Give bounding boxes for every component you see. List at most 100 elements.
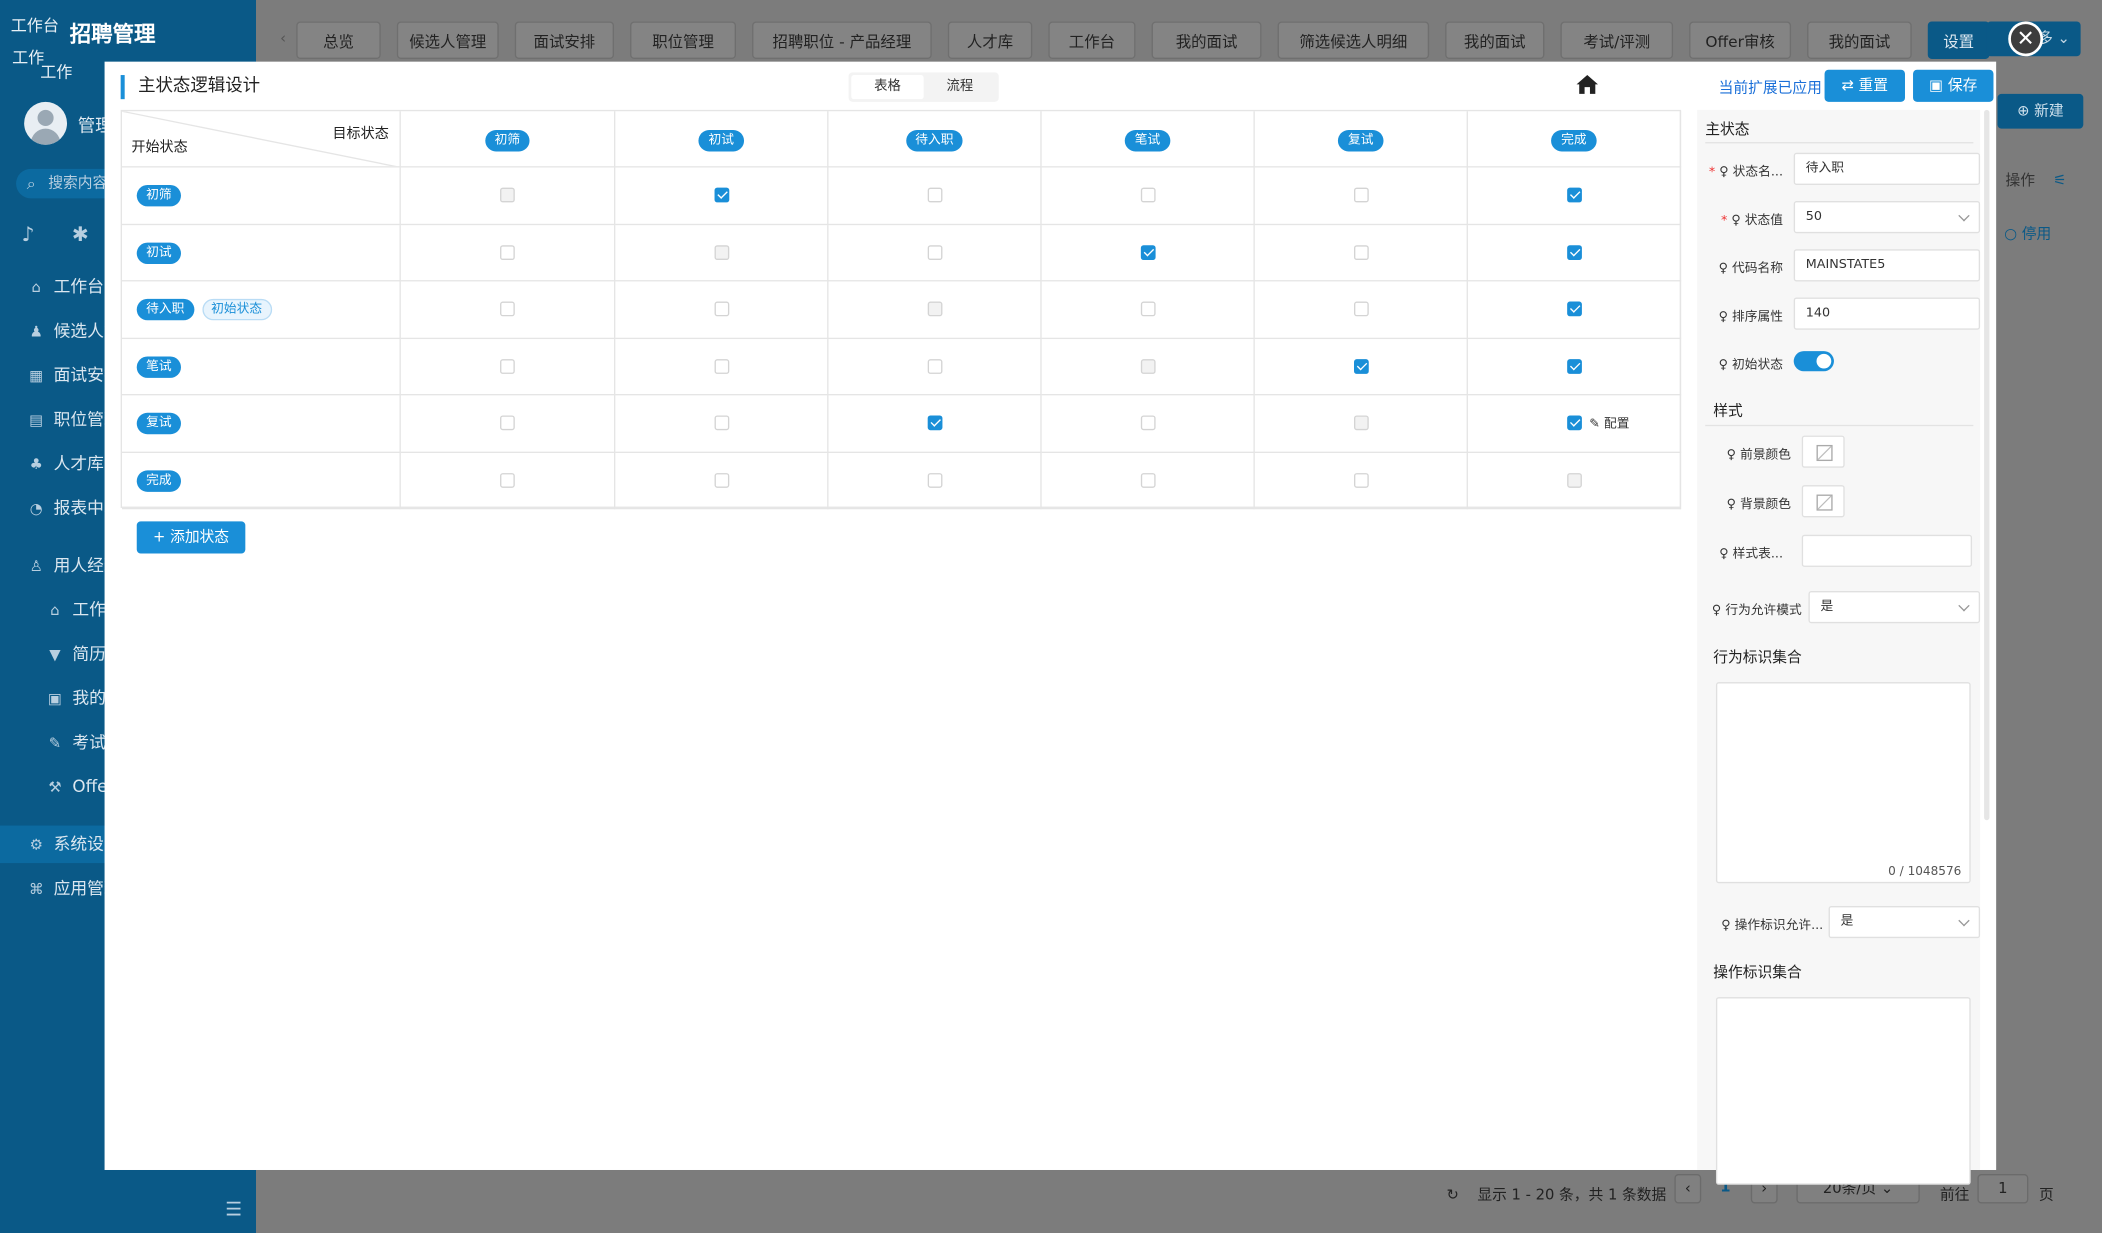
tab-4[interactable]: 招聘职位 - 产品经理 xyxy=(752,21,932,59)
op-mode-select[interactable]: 是 xyxy=(1828,905,1981,939)
transition-checkbox[interactable] xyxy=(1566,244,1582,260)
transition-checkbox[interactable] xyxy=(1566,187,1582,203)
target-state-label: 目标状态 xyxy=(332,125,389,143)
behavior-set-textarea[interactable]: 0 / 1048576 xyxy=(1715,682,1971,884)
bell-icon[interactable]: ♪ xyxy=(21,222,71,246)
tab-12[interactable]: 我的面试 xyxy=(1807,21,1912,59)
transition-checkbox[interactable] xyxy=(1140,244,1155,260)
app-logo: 招聘管理 xyxy=(69,21,156,47)
transition-checkbox[interactable] xyxy=(713,415,729,431)
fg-color-label: ♀ 前景颜色 xyxy=(1726,447,1792,463)
transition-checkbox[interactable] xyxy=(500,415,515,431)
extension-applied-text: 当前扩展已应用 xyxy=(1718,79,1822,97)
transition-checkbox[interactable] xyxy=(713,358,729,374)
bg-color-picker[interactable] xyxy=(1801,485,1845,518)
transition-checkbox[interactable] xyxy=(713,301,729,317)
transition-checkbox[interactable] xyxy=(927,472,942,488)
filter-icon: ▼ xyxy=(49,645,61,664)
add-state-button[interactable]: + 添加状态 xyxy=(136,521,246,554)
new-button[interactable]: ⊕ 新建 xyxy=(1997,93,2084,129)
tab-8[interactable]: 筛选候选人明细 xyxy=(1277,21,1430,59)
field-input[interactable]: MAINSTATE5 xyxy=(1793,249,1981,282)
prev-page-button[interactable]: ‹ xyxy=(1674,1174,1702,1204)
transition-checkbox xyxy=(1140,358,1155,374)
collapse-icon[interactable]: ☰ xyxy=(225,1199,242,1220)
pagination-summary: 显示 1 - 20 条，共 1 条数据 xyxy=(1477,1186,1667,1204)
transition-checkbox[interactable] xyxy=(927,244,942,260)
transition-checkbox[interactable] xyxy=(1140,415,1155,431)
tab-9[interactable]: 我的面试 xyxy=(1445,21,1545,59)
transition-checkbox[interactable] xyxy=(1566,415,1582,431)
bulb-icon: ♀ xyxy=(1718,309,1733,325)
tab-5[interactable]: 人才库 xyxy=(947,21,1033,59)
home-icon[interactable] xyxy=(1575,74,1599,95)
field-input[interactable]: 140 xyxy=(1793,297,1981,330)
transition-checkbox[interactable] xyxy=(713,472,729,488)
transition-cell xyxy=(1254,167,1468,225)
transition-checkbox[interactable] xyxy=(927,187,942,203)
transition-checkbox[interactable] xyxy=(500,472,515,488)
state-pill: 初筛 xyxy=(136,184,182,207)
target-state-header: 完成 xyxy=(1467,111,1682,168)
tab-flow[interactable]: 流程 xyxy=(924,75,996,99)
transition-checkbox[interactable] xyxy=(1140,472,1155,488)
initial-state-toggle[interactable] xyxy=(1793,351,1834,372)
stylesheet-input[interactable] xyxy=(1801,534,1973,567)
person-icon: ♙ xyxy=(29,557,43,575)
tab-7[interactable]: 我的面试 xyxy=(1151,21,1262,59)
save-button[interactable]: ▣ 保存 xyxy=(1913,69,1994,102)
transition-cell xyxy=(615,224,829,282)
start-state-row-header: 待入职 初始状态 xyxy=(121,281,401,339)
tab-3[interactable]: 职位管理 xyxy=(630,21,736,59)
transition-checkbox[interactable] xyxy=(927,358,942,374)
field-label-text: 代码名称 xyxy=(1732,261,1783,277)
transition-cell xyxy=(400,224,616,282)
transition-checkbox[interactable] xyxy=(500,358,515,374)
transition-checkbox[interactable] xyxy=(1566,301,1582,317)
gavel-icon: ⚒ xyxy=(48,778,62,797)
transition-checkbox[interactable] xyxy=(1566,358,1582,374)
settings-icon[interactable]: ⚟ xyxy=(2053,172,2066,189)
transition-checkbox[interactable] xyxy=(1353,244,1369,260)
tab-1[interactable]: 候选人管理 xyxy=(396,21,499,59)
tab-6[interactable]: 工作台 xyxy=(1048,21,1136,59)
reset-button[interactable]: ⇄ 重置 xyxy=(1824,69,1905,102)
op-set-textarea[interactable] xyxy=(1715,997,1971,1185)
transition-checkbox[interactable] xyxy=(500,244,515,260)
transition-checkbox[interactable] xyxy=(1140,301,1155,317)
tab-2[interactable]: 面试安排 xyxy=(514,21,614,59)
transition-checkbox[interactable] xyxy=(927,415,942,431)
disable-link[interactable]: ○ 停用 xyxy=(2004,222,2051,243)
transition-checkbox[interactable] xyxy=(1353,472,1369,488)
field-input[interactable]: 待入职 xyxy=(1793,152,1981,185)
tab-table[interactable]: 表格 xyxy=(851,75,924,100)
tab-13[interactable]: 设置 xyxy=(1927,21,1990,59)
transition-cell xyxy=(1254,338,1468,396)
tab-scroll-left-icon[interactable]: ‹ xyxy=(280,29,286,46)
sidebar-item-label: 人才库 xyxy=(53,452,104,474)
refresh-icon[interactable]: ↻ xyxy=(1447,1182,1459,1209)
grid-corner-header: 目标状态 开始状态 xyxy=(121,111,401,168)
close-modal-button[interactable]: ✕ xyxy=(2008,21,2044,57)
panel-scrollbar[interactable] xyxy=(1984,109,1990,821)
avatar[interactable] xyxy=(24,101,68,145)
transition-checkbox[interactable] xyxy=(1140,187,1155,203)
transition-cell xyxy=(615,281,829,339)
behavior-mode-select[interactable]: 是 xyxy=(1808,591,1981,624)
tab-11[interactable]: Offer审核 xyxy=(1689,21,1792,59)
behavior-set-label: 行为标识集合 xyxy=(1713,648,1802,667)
transition-checkbox[interactable] xyxy=(1353,301,1369,317)
config-link[interactable]: ✎ 配置 xyxy=(1589,413,1629,432)
tab-0[interactable]: 总览 xyxy=(296,21,381,59)
transition-checkbox[interactable] xyxy=(713,187,729,203)
group-icon: ♣ xyxy=(29,455,43,474)
op-mode-label: ♀ 操作标识允许... xyxy=(1721,918,1824,933)
transition-checkbox[interactable] xyxy=(500,301,515,317)
tab-10[interactable]: 考试/评测 xyxy=(1560,21,1674,59)
goto-page-input[interactable]: 1 xyxy=(1977,1174,2029,1204)
transition-checkbox[interactable] xyxy=(1353,358,1369,374)
field-input[interactable]: 50 xyxy=(1793,201,1981,234)
transition-checkbox[interactable] xyxy=(1353,187,1369,203)
state-pill: 待入职 xyxy=(136,298,194,321)
fg-color-picker[interactable] xyxy=(1801,435,1845,468)
